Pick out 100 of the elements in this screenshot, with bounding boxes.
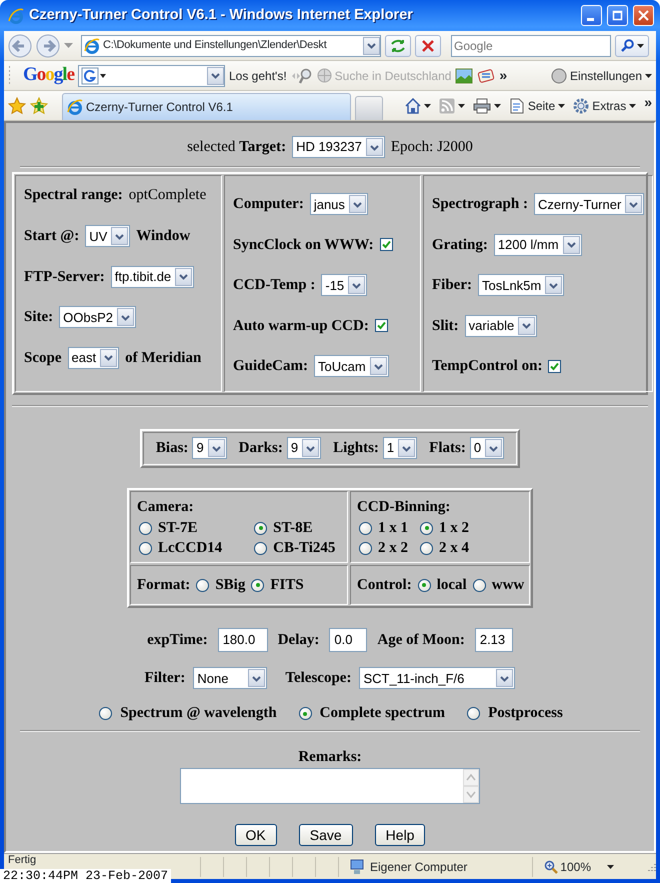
select-field[interactable]: ftp.tibit.de	[110, 266, 194, 288]
timestamp: 22:30:44PM 23-Feb-2007	[0, 869, 172, 883]
zoom-icon	[544, 860, 558, 874]
menu-button[interactable]: Seite	[508, 93, 566, 119]
field-label: Spectral range:	[24, 186, 123, 205]
radio-button[interactable]	[467, 707, 480, 720]
window-title: Czerny-Turner Control V6.1 - Windows Internet Explorer	[29, 6, 414, 25]
radio-label: Spectrum @ wavelength	[120, 704, 277, 724]
checkbox[interactable]	[374, 319, 388, 332]
browser-tab[interactable]: Czerny-Turner Control V6.1	[62, 93, 351, 120]
stop-button[interactable]	[415, 34, 441, 56]
printer-icon	[472, 98, 491, 114]
forward-button[interactable]	[36, 34, 60, 58]
more-button[interactable]: »	[499, 65, 508, 86]
caret-icon[interactable]	[494, 104, 501, 108]
remarks-field[interactable]	[180, 768, 480, 804]
select-field[interactable]: 9	[192, 437, 227, 459]
select-field[interactable]: 1200 l/mm	[494, 234, 582, 256]
settings-button[interactable]: Einstellungen	[550, 62, 652, 88]
caret-icon[interactable]	[607, 864, 614, 868]
scrollbar-icon	[463, 769, 479, 803]
radio-button[interactable]	[196, 578, 210, 592]
checkbox[interactable]	[380, 238, 393, 252]
caret-icon[interactable]	[424, 104, 431, 108]
menu-button[interactable]: Extras	[573, 93, 636, 119]
select-field[interactable]: janus	[310, 193, 368, 216]
radio-button[interactable]	[251, 578, 264, 592]
select-field[interactable]: variable	[464, 314, 538, 337]
caret-icon[interactable]	[629, 104, 636, 108]
go-button[interactable]: Los geht's!	[229, 66, 287, 84]
select-field[interactable]: 0	[470, 437, 504, 459]
select-field[interactable]: OObsP2	[59, 306, 136, 328]
zone-text: Eigener Computer	[370, 858, 468, 876]
search-button[interactable]	[615, 34, 649, 56]
select-field[interactable]: HD 193237	[292, 136, 385, 158]
add-favorite-icon[interactable]	[30, 97, 48, 115]
radio-label: ST-8E	[273, 518, 313, 538]
radio-button[interactable]	[418, 578, 431, 592]
form-button[interactable]: Help	[374, 824, 426, 846]
grip-icon	[8, 66, 11, 86]
radio-button[interactable]	[139, 522, 152, 534]
radio-button[interactable]	[420, 542, 433, 554]
dropdown-arrow-icon[interactable]	[64, 43, 73, 48]
caret-icon[interactable]	[645, 74, 652, 78]
group-label: Camera:	[137, 498, 195, 516]
field-label: GuideCam:	[233, 357, 308, 376]
caret-icon[interactable]	[458, 104, 465, 108]
select-field[interactable]: 9	[286, 437, 322, 459]
address-field[interactable]: C:\Dokumente und Einstellungen\Zlender\Deskt	[81, 34, 381, 56]
radio-button[interactable]	[139, 542, 152, 554]
field-label: Bias:	[156, 438, 188, 458]
text-field[interactable]: 0.0	[329, 628, 368, 652]
more-button[interactable]: »	[644, 92, 652, 113]
field-label: Slit:	[432, 316, 459, 336]
radio-button[interactable]	[254, 542, 268, 554]
search-field[interactable]	[78, 64, 225, 86]
picture-icon[interactable]	[455, 68, 474, 84]
select-field[interactable]: 1	[382, 437, 418, 459]
select-field[interactable]: UV	[85, 225, 130, 248]
select-field[interactable]: TosLnk5m	[478, 274, 564, 296]
search-field[interactable]: Google	[451, 34, 611, 56]
zoom-icon[interactable]	[290, 66, 313, 84]
caret-icon[interactable]	[558, 104, 566, 108]
radio-button[interactable]	[359, 542, 372, 554]
feed-icon	[438, 98, 455, 114]
radio-button[interactable]	[254, 522, 268, 534]
zoom-button[interactable]: 100%	[544, 854, 614, 880]
select-field[interactable]: east	[68, 346, 120, 369]
select-field[interactable]: None	[193, 667, 268, 690]
refresh-button[interactable]	[385, 34, 411, 56]
text-field[interactable]: 180.0	[218, 628, 268, 652]
radio-button[interactable]	[420, 522, 433, 534]
field-label: Site:	[24, 308, 54, 327]
search-icon	[620, 39, 634, 52]
select-field[interactable]: SCT_11-inch_F/6	[359, 667, 516, 690]
field-label: Flats:	[429, 438, 466, 458]
form-button[interactable]: Save	[298, 824, 353, 846]
maximize-button[interactable]	[607, 5, 628, 26]
back-button[interactable]	[8, 34, 32, 58]
radio-button[interactable]	[472, 578, 486, 592]
field-label: Darks:	[238, 438, 283, 458]
highlighter-icon[interactable]	[477, 68, 496, 84]
checkbox[interactable]	[548, 360, 562, 373]
minimize-button[interactable]	[581, 5, 602, 26]
radio-button[interactable]	[298, 707, 312, 720]
select-field[interactable]: Czerny-Turner	[534, 193, 644, 216]
caret-icon[interactable]	[636, 44, 644, 48]
radio-label: local	[436, 576, 467, 595]
radio-button[interactable]	[359, 522, 372, 534]
select-field[interactable]: -15	[321, 274, 368, 296]
form-button[interactable]: OK	[234, 824, 277, 846]
toolbar-brand: Google	[23, 63, 74, 88]
close-button[interactable]	[633, 5, 654, 26]
star-icon[interactable]	[8, 97, 26, 115]
google-g-icon[interactable]	[81, 66, 107, 84]
radio-button[interactable]	[99, 707, 112, 720]
radio-label: 2 x 4	[439, 538, 469, 558]
select-field[interactable]: ToUcam	[314, 355, 389, 378]
field-label: Scope	[24, 348, 62, 368]
text-field[interactable]: 2.13	[474, 628, 513, 652]
